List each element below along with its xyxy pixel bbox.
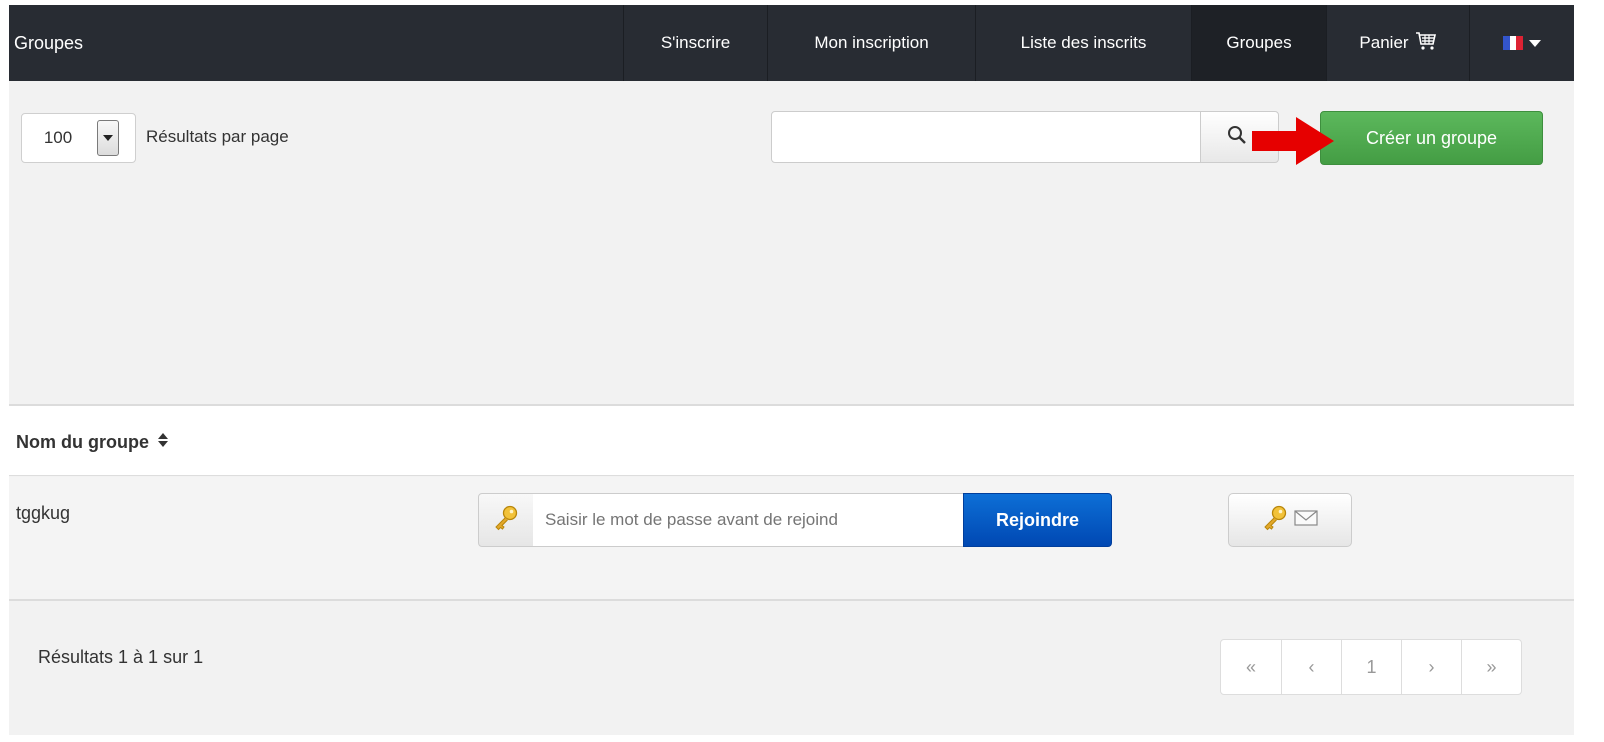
table-header: Nom du groupe — [9, 406, 1574, 476]
cart-icon — [1415, 31, 1437, 56]
key-icon — [493, 505, 519, 536]
pagination-next[interactable]: › — [1401, 640, 1461, 694]
envelope-icon — [1294, 509, 1318, 532]
pagination-prev[interactable]: ‹ — [1281, 640, 1341, 694]
key-icon — [1262, 505, 1288, 536]
group-password-input[interactable] — [533, 493, 964, 547]
nav-label: Mon inscription — [814, 33, 929, 52]
nav-item-liste-des-inscrits[interactable]: Liste des inscrits — [975, 5, 1191, 81]
nav-item-panier[interactable]: Panier — [1326, 5, 1469, 81]
create-group-button[interactable]: Créer un groupe — [1320, 111, 1543, 165]
results-summary: Résultats 1 à 1 sur 1 — [38, 647, 204, 667]
nav-label: Panier — [1359, 33, 1409, 52]
per-page-label: Résultats par page — [146, 127, 289, 146]
search-input[interactable] — [771, 111, 1201, 163]
password-email-button[interactable] — [1228, 493, 1352, 547]
per-page-dropdown-toggle[interactable] — [97, 120, 119, 156]
table-row: tggkug Rejoindre — [9, 477, 1574, 600]
france-flag-icon — [1503, 36, 1524, 50]
nav-item-sinscrire[interactable]: S'inscrire — [623, 5, 767, 81]
nav-label: Liste des inscrits — [1020, 33, 1147, 52]
per-page-value: 100 — [43, 128, 73, 147]
nav-label: Groupes — [1226, 33, 1292, 52]
search-icon — [1227, 125, 1247, 150]
key-icon-addon — [478, 493, 534, 547]
chevron-down-icon — [103, 135, 113, 141]
sort-icon — [158, 433, 169, 450]
nav-item-mon-inscription[interactable]: Mon inscription — [767, 5, 975, 81]
red-arrow-annotation-icon — [1252, 117, 1334, 165]
nav-item-groupes[interactable]: Groupes — [1191, 5, 1326, 81]
pagination-page-1[interactable]: 1 — [1341, 640, 1401, 694]
table-footer: Résultats 1 à 1 sur 1 « ‹ 1 › » — [9, 599, 1574, 735]
top-navbar: Groupes S'inscrire Mon inscription Liste… — [9, 5, 1574, 81]
pagination-last[interactable]: » — [1461, 640, 1521, 694]
group-name: tggkug — [16, 503, 71, 523]
groups-table: Nom du groupe tggkug Rejoindre — [9, 404, 1574, 600]
main-nav: S'inscrire Mon inscription Liste des ins… — [623, 5, 1574, 81]
join-group-button[interactable]: Rejoindre — [963, 493, 1112, 547]
column-header-label: Nom du groupe — [16, 432, 149, 452]
chevron-down-icon — [1529, 39, 1541, 47]
per-page-select[interactable]: 100 — [21, 113, 136, 163]
pagination-first[interactable]: « — [1221, 640, 1281, 694]
nav-label: S'inscrire — [660, 33, 731, 52]
page-canvas: Groupes S'inscrire Mon inscription Liste… — [9, 5, 1574, 735]
pagination: « ‹ 1 › » — [1220, 639, 1522, 695]
column-header-name[interactable]: Nom du groupe — [16, 432, 169, 453]
navbar-brand[interactable]: Groupes — [14, 5, 83, 81]
language-dropdown[interactable] — [1469, 5, 1574, 81]
